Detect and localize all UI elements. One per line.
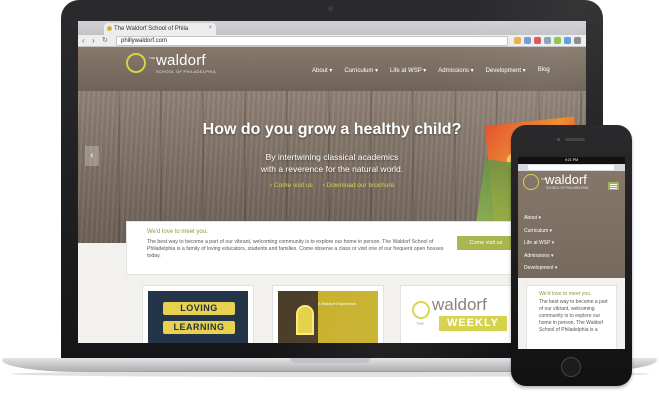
logo-ring-icon — [412, 301, 430, 319]
phone-welcome-body: The best way to become a part of our vib… — [539, 299, 608, 333]
reload-button[interactable]: ↻ — [102, 36, 108, 46]
favicon-icon — [107, 26, 112, 31]
card-waldorf-weekly[interactable]: THE waldorf WEEKLY — [400, 285, 512, 343]
logo-ring-icon[interactable] — [523, 174, 539, 190]
phone-welcome-title: We'd love to meet you. — [539, 291, 592, 297]
extension-icon[interactable] — [514, 37, 521, 44]
card-image: LOVING LEARNING — [148, 291, 248, 343]
address-bar[interactable]: phillywaldorf.com — [116, 36, 508, 46]
browser-tab[interactable]: The Waldorf School of Phila × — [104, 23, 216, 35]
logo-ring-icon[interactable] — [126, 53, 146, 73]
logo-subtitle: SCHOOL OF PHILADELPHIA — [156, 69, 216, 74]
phone-time: 9:21 PM — [564, 158, 579, 162]
welcome-body: The best way to become a part of our vib… — [147, 239, 444, 259]
phone-welcome-panel: We'd love to meet you. The best way to b… — [526, 285, 617, 349]
banner-learning: LEARNING — [163, 321, 235, 334]
phone-menu-item-development[interactable]: Development ▾ — [524, 262, 557, 275]
extension-icon[interactable] — [524, 37, 531, 44]
extension-icon[interactable] — [554, 37, 561, 44]
hero-headline: How do you grow a healthy child? — [202, 121, 462, 138]
back-button[interactable]: ‹ — [82, 36, 85, 46]
hero-subline: By intertwining classical academics with… — [78, 151, 586, 175]
phone-menu-item-life-at-wsp[interactable]: Life at WSP ▾ — [524, 237, 557, 250]
tab-close-icon[interactable]: × — [208, 25, 212, 31]
card-loving-learning[interactable]: LOVING LEARNING — [142, 285, 254, 343]
device-mockup: The Waldorf School of Phila × ‹ › ↻ phil… — [0, 0, 659, 403]
banner-loving: LOVING — [163, 302, 235, 315]
slider-prev-button[interactable]: ‹ — [85, 146, 99, 166]
menu-item-curriculum[interactable]: Curriculum ▾ — [338, 67, 384, 74]
phone-menu-item-curriculum[interactable]: Curriculum ▾ — [524, 225, 557, 238]
phone-logo-wordmark[interactable]: waldorf — [545, 172, 587, 187]
menu-item-about[interactable]: About ▾ — [306, 67, 338, 74]
menu-icon[interactable] — [574, 37, 581, 44]
phone-screen: 9:21 PM THE waldorf SCHOOL OF PHILADELPH… — [518, 157, 625, 349]
hero-subline-2: with a reverence for the natural world. — [260, 164, 404, 174]
extension-icon[interactable] — [544, 37, 551, 44]
menu-item-admissions[interactable]: Admissions ▾ — [432, 67, 479, 74]
laptop-notch — [290, 358, 370, 363]
hamburger-menu-icon[interactable] — [608, 182, 619, 190]
site-header: THE waldorf SCHOOL OF PHILADELPHIA About… — [78, 47, 586, 91]
extension-icon[interactable] — [534, 37, 541, 44]
phone-camera — [557, 138, 560, 141]
phone-address-bar — [518, 164, 625, 171]
phone-menu-item-about[interactable]: About ▾ — [524, 212, 557, 225]
logo-wordmark[interactable]: waldorf — [156, 52, 206, 69]
download-brochure-link[interactable]: › Download our brochure — [323, 182, 395, 189]
phone-status-bar: 9:21 PM — [518, 157, 625, 164]
menu-item-blog[interactable]: Blog — [532, 67, 556, 74]
card-caption: A Waldorf Experience — [318, 301, 357, 306]
weekly-label: WEEKLY — [439, 316, 507, 331]
phone-menu-item-admissions[interactable]: Admissions ▾ — [524, 250, 557, 263]
welcome-title: We'd love to meet you. — [147, 229, 208, 235]
main-menu: About ▾ Curriculum ▾ Life at WSP ▾ Admis… — [306, 67, 556, 74]
come-visit-link[interactable]: › Come visit us — [270, 182, 313, 189]
card-image: THE waldorf WEEKLY — [406, 291, 507, 343]
browser-toolbar: ‹ › ↻ phillywaldorf.com — [78, 35, 586, 47]
menu-item-life-at-wsp[interactable]: Life at WSP ▾ — [384, 67, 432, 74]
hero-links: › Come visit us › Download our brochure — [78, 182, 586, 189]
phone-url-field[interactable] — [528, 165, 614, 170]
phone-speaker — [565, 138, 585, 141]
phone-menu: About ▾ Curriculum ▾ Life at WSP ▾ Admis… — [524, 212, 557, 287]
hero-subline-1: By intertwining classical academics — [265, 152, 399, 162]
arch-window-icon — [296, 305, 314, 335]
tab-title: The Waldorf School of Phila — [114, 26, 189, 32]
forward-button[interactable]: › — [92, 36, 95, 46]
phone-home-button[interactable] — [561, 357, 581, 377]
menu-item-development[interactable]: Development ▾ — [480, 67, 532, 74]
extension-icon[interactable] — [564, 37, 571, 44]
card-waldorf-experience[interactable]: A Waldorf Experience — [272, 285, 384, 343]
laptop-camera — [328, 6, 333, 11]
welcome-panel: We'd love to meet you. The best way to b… — [126, 221, 540, 275]
come-visit-button[interactable]: Come visit us — [457, 236, 515, 250]
phone-logo-subtitle: SCHOOL OF PHILADELPHIA — [546, 186, 589, 190]
card-logo-the: THE — [416, 321, 424, 326]
browser-tab-bar: The Waldorf School of Phila × — [78, 21, 586, 35]
card-image: A Waldorf Experience — [278, 291, 378, 343]
card-logo-name: waldorf — [432, 295, 487, 314]
laptop-screen: The Waldorf School of Phila × ‹ › ↻ phil… — [78, 21, 586, 343]
